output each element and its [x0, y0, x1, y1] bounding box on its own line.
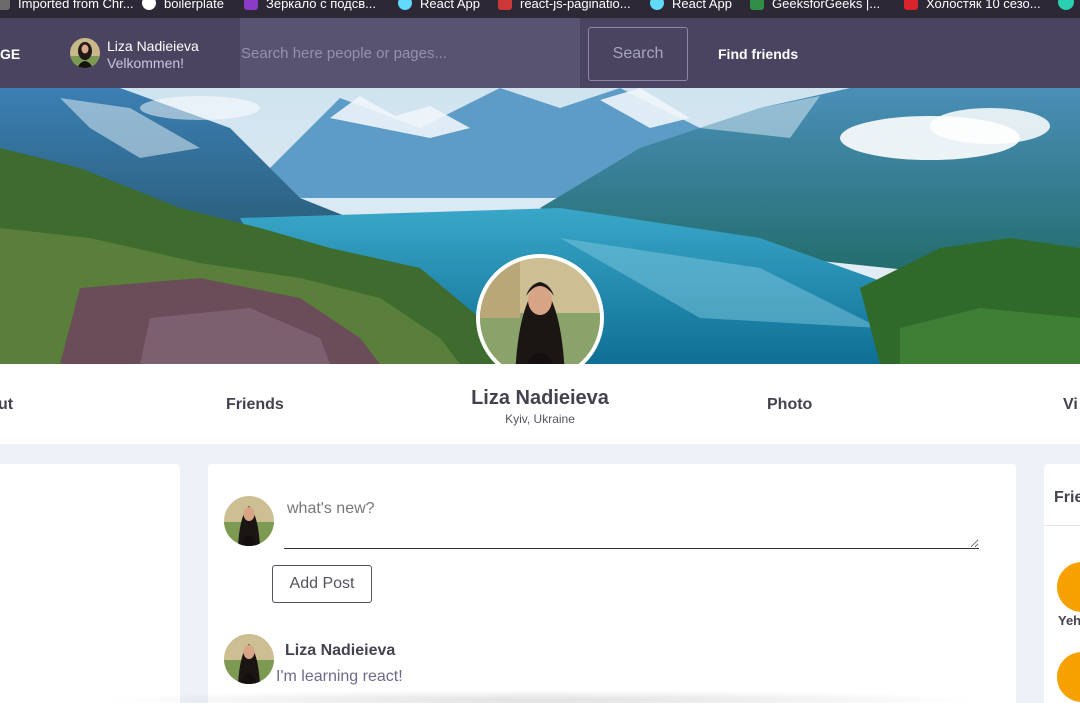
- bookmark-label: GeeksforGeeks |...: [772, 0, 881, 11]
- profile-nav: ut Friends Liza Nadieieva Kyiv, Ukraine …: [0, 364, 1080, 444]
- post-shadow: [100, 690, 980, 703]
- friend-avatar[interactable]: [1057, 652, 1080, 702]
- bookmark-label: Imported from Chr...: [18, 0, 134, 11]
- header-avatar[interactable]: [70, 38, 100, 68]
- post-textarea[interactable]: [284, 498, 979, 549]
- bookmark-item[interactable]: Imported from Chr...: [0, 0, 134, 12]
- friends-title: Frie: [1054, 489, 1080, 506]
- npm-icon: [498, 0, 512, 10]
- tab-videos[interactable]: Vi: [1063, 396, 1078, 414]
- header-user-name[interactable]: Liza Nadieieva: [107, 38, 199, 54]
- bookmark-label: Зеркало с подсв...: [266, 0, 377, 11]
- bookmark-item[interactable]: Зеркало с подсв...: [244, 0, 376, 12]
- gfg-icon: [750, 0, 764, 10]
- bookmark-item[interactable]: React App: [650, 0, 732, 12]
- bookmark-label: React App: [672, 0, 732, 11]
- friend-name[interactable]: Yeh: [1058, 613, 1080, 628]
- find-friends-link[interactable]: Find friends: [718, 46, 798, 62]
- composer-avatar: [224, 496, 274, 546]
- bookmarks-bar: Imported from Chr... boilerplate Зеркало…: [0, 0, 1080, 18]
- bookmark-item[interactable]: boilerplate: [142, 0, 224, 12]
- bookmark-item[interactable]: GeeksforGeeks |...: [750, 0, 880, 12]
- folder-icon: [0, 0, 10, 10]
- tv-icon: [904, 0, 918, 10]
- friend-avatar[interactable]: [1057, 562, 1080, 612]
- profile-name: Liza Nadieieva: [471, 387, 609, 409]
- add-post-button[interactable]: Add Post: [272, 565, 372, 603]
- post-author-avatar[interactable]: [224, 634, 274, 684]
- bookmark-label: boilerplate: [164, 0, 224, 11]
- bookmark-label: react-js-paginatio...: [520, 0, 631, 11]
- react-icon: [650, 0, 664, 10]
- header-greeting: Velkommen!: [107, 55, 185, 71]
- bookmark-item[interactable]: react-js-paginatio...: [498, 0, 631, 12]
- bookmark-purple-icon: [244, 0, 258, 10]
- left-sidebar-card: [0, 464, 180, 703]
- react-icon: [398, 0, 412, 10]
- search-input[interactable]: [240, 18, 580, 88]
- top-navbar: GE Liza Nadieieva Velkommen! Search Find…: [0, 18, 1080, 88]
- bookmark-label: Холостяк 10 сезо...: [926, 0, 1041, 11]
- search-button[interactable]: Search: [588, 27, 688, 81]
- tab-photo[interactable]: Photo: [767, 396, 812, 414]
- extension-icon[interactable]: [1058, 0, 1074, 10]
- profile-location: Kyiv, Ukraine: [505, 412, 575, 426]
- profile-avatar[interactable]: [476, 254, 604, 382]
- post-text: I'm learning react!: [276, 668, 403, 685]
- brand-logo[interactable]: GE: [0, 46, 20, 62]
- feed-card: Add Post Liza Nadieieva I'm learning rea…: [208, 464, 1016, 703]
- bookmark-label: React App: [420, 0, 480, 11]
- friends-divider: [1044, 525, 1080, 526]
- bookmark-item[interactable]: React App: [398, 0, 480, 12]
- friends-card: Frie Yeh: [1044, 464, 1080, 703]
- post-author-name[interactable]: Liza Nadieieva: [285, 642, 395, 660]
- github-icon: [142, 0, 156, 10]
- bookmark-item[interactable]: Холостяк 10 сезо...: [904, 0, 1041, 12]
